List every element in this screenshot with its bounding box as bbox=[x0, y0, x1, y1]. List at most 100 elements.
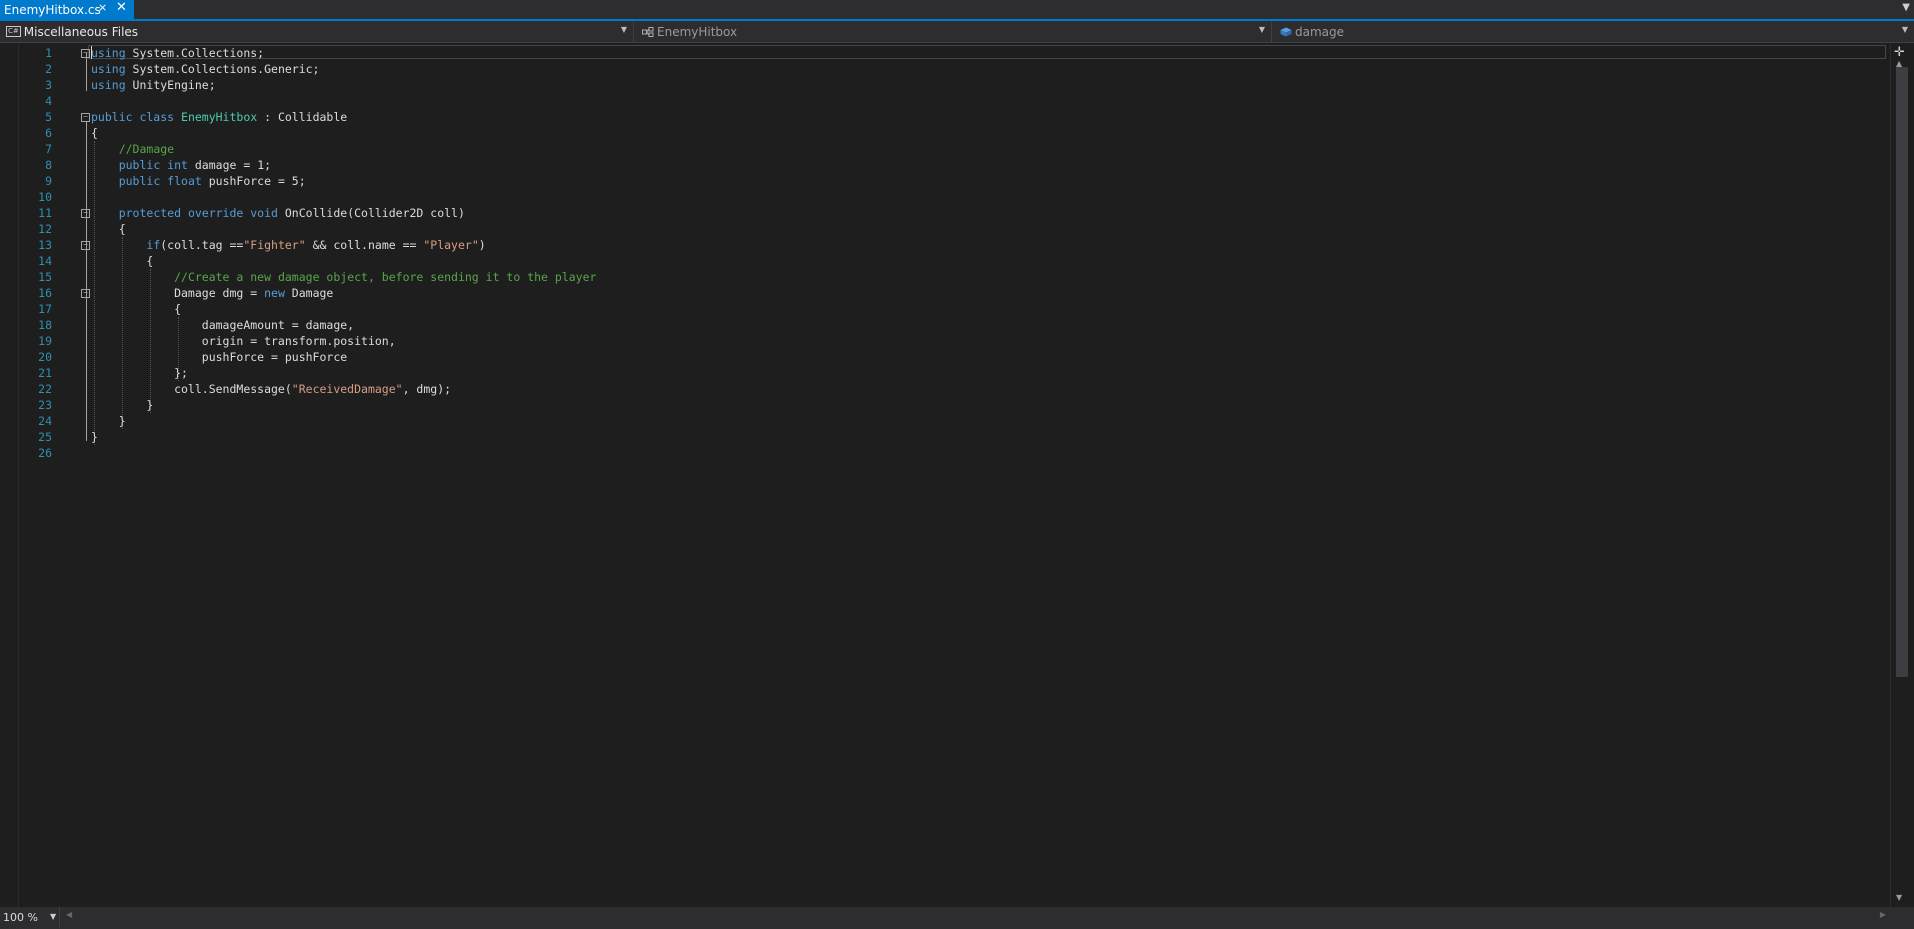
tab-enemyhitbox[interactable]: EnemyHitbox.cs ⨯ ✕ bbox=[0, 0, 134, 19]
code-text[interactable]: using System.Collections; bbox=[91, 45, 264, 61]
code-line[interactable]: 25} bbox=[0, 429, 1880, 445]
horizontal-scrollbar[interactable]: ◀ ▶ bbox=[62, 909, 1890, 923]
member-dropdown[interactable]: damage ▼ bbox=[1274, 21, 1914, 42]
code-editor[interactable]: 1− using System.Collections; 2 using System… bbox=[0, 43, 1890, 907]
code-line[interactable]: 26 bbox=[0, 445, 1880, 461]
scroll-right-icon[interactable]: ▶ bbox=[1880, 910, 1886, 919]
code-text[interactable]: //Damage bbox=[91, 141, 174, 157]
code-text[interactable]: damageAmount = damage, bbox=[91, 317, 354, 333]
split-window-icon[interactable]: ✛ bbox=[1894, 45, 1905, 60]
code-line[interactable]: 5 − public class EnemyHitbox : Collidable bbox=[0, 109, 1880, 125]
line-number: 10 bbox=[38, 190, 52, 204]
code-line[interactable]: 18 damageAmount = damage, bbox=[0, 317, 1880, 333]
code-text[interactable]: }; bbox=[91, 365, 188, 381]
code-text[interactable]: } bbox=[91, 413, 126, 429]
chevron-down-icon: ▼ bbox=[1901, 25, 1908, 34]
code-line[interactable]: 20 pushForce = pushForce bbox=[0, 349, 1880, 365]
code-text[interactable]: { bbox=[91, 301, 181, 317]
comment-token: //Create a new damage object, before sen… bbox=[174, 270, 597, 284]
line-number: 26 bbox=[38, 446, 52, 460]
collapse-icon[interactable]: − bbox=[81, 289, 90, 298]
code-line[interactable]: 6{ bbox=[0, 125, 1880, 141]
code-line[interactable]: 15 //Create a new damage object, before … bbox=[0, 269, 1880, 285]
code-text[interactable]: Damage dmg = new Damage bbox=[91, 285, 333, 301]
code-line[interactable]: 1 − using System.Collections; bbox=[0, 45, 1880, 61]
code-line[interactable]: 4 bbox=[0, 93, 1880, 109]
line-number: 4 bbox=[45, 94, 52, 108]
code-line[interactable]: 21 }; bbox=[0, 365, 1880, 381]
pin-icon[interactable]: ⨯ bbox=[98, 1, 107, 14]
collapse-icon[interactable]: − bbox=[81, 49, 90, 58]
collapse-icon[interactable]: − bbox=[81, 241, 90, 250]
code-line[interactable]: 2 using System.Collections.Generic; bbox=[0, 61, 1880, 77]
code-text[interactable]: if(coll.tag =="Fighter" && coll.name == … bbox=[91, 237, 485, 253]
code-text[interactable]: using UnityEngine; bbox=[91, 77, 216, 93]
code-token: : Collidable bbox=[257, 110, 348, 124]
code-text[interactable]: } bbox=[91, 397, 153, 413]
code-line[interactable]: 24 } bbox=[0, 413, 1880, 429]
type-label: EnemyHitbox bbox=[657, 24, 738, 39]
code-token: (coll.tag == bbox=[160, 238, 244, 252]
line-number: 2 bbox=[45, 62, 52, 76]
code-token: , dmg); bbox=[402, 382, 452, 396]
code-token: Damage bbox=[284, 286, 334, 300]
code-text[interactable]: { bbox=[91, 253, 153, 269]
code-line[interactable]: 10 bbox=[0, 189, 1880, 205]
code-text[interactable]: pushForce = pushForce bbox=[91, 349, 347, 365]
code-line[interactable]: 16 − Damage dmg = new Damage bbox=[0, 285, 1880, 301]
code-text[interactable]: public int damage = 1; bbox=[91, 157, 271, 173]
navigation-bar: C# Miscellaneous Files ▼ EnemyHitbox ▼ d… bbox=[0, 21, 1914, 43]
code-text[interactable]: public class EnemyHitbox : Collidable bbox=[91, 109, 347, 125]
keyword-token: public class bbox=[91, 110, 182, 124]
code-line[interactable]: 7 //Damage bbox=[0, 141, 1880, 157]
string-token: "Fighter" bbox=[243, 238, 306, 252]
type-dropdown[interactable]: EnemyHitbox ▼ bbox=[636, 21, 1272, 42]
code-line[interactable]: 3 using UnityEngine; bbox=[0, 77, 1880, 93]
code-text[interactable]: } bbox=[91, 429, 98, 445]
type-token: EnemyHitbox bbox=[181, 110, 258, 124]
scroll-down-icon[interactable]: ▼ bbox=[1896, 893, 1902, 902]
line-number: 16 bbox=[38, 286, 52, 300]
code-text[interactable]: coll.SendMessage("ReceivedDamage", dmg); bbox=[91, 381, 451, 397]
line-number: 17 bbox=[38, 302, 52, 316]
code-line[interactable]: 14 { bbox=[0, 253, 1880, 269]
code-text[interactable]: //Create a new damage object, before sen… bbox=[91, 269, 596, 285]
tab-overflow-chevron-icon[interactable]: ▼ bbox=[1902, 2, 1910, 13]
keyword-token: if bbox=[146, 238, 161, 252]
keyword-token: using bbox=[91, 62, 126, 76]
scroll-left-icon[interactable]: ◀ bbox=[66, 910, 72, 919]
code-token: UnityEngine; bbox=[125, 78, 216, 92]
close-icon[interactable]: ✕ bbox=[116, 0, 127, 15]
code-token: pushForce = pushForce bbox=[91, 350, 348, 364]
line-number: 7 bbox=[45, 142, 52, 156]
collapse-icon[interactable]: − bbox=[81, 209, 90, 218]
code-text[interactable]: protected override void OnCollide(Collid… bbox=[91, 205, 465, 221]
code-text[interactable]: origin = transform.position, bbox=[91, 333, 396, 349]
code-token: pushForce = 5; bbox=[201, 174, 306, 188]
code-text[interactable]: public float pushForce = 5; bbox=[91, 173, 306, 189]
scrollbar-thumb[interactable] bbox=[1896, 67, 1908, 677]
zoom-dropdown[interactable]: 100 % ▼ bbox=[0, 907, 60, 927]
keyword-token: using bbox=[91, 46, 126, 60]
code-line[interactable]: 9 public float pushForce = 5; bbox=[0, 173, 1880, 189]
code-token: { bbox=[91, 222, 126, 236]
code-line[interactable]: 17 { bbox=[0, 301, 1880, 317]
code-text[interactable]: { bbox=[91, 221, 126, 237]
code-token: }; bbox=[91, 366, 188, 380]
code-line[interactable]: 12 { bbox=[0, 221, 1880, 237]
code-line[interactable]: 13 − if(coll.tag =="Fighter" && coll.name… bbox=[0, 237, 1880, 253]
code-line[interactable]: 22 coll.SendMessage("ReceivedDamage", dm… bbox=[0, 381, 1880, 397]
vertical-scrollbar[interactable]: ✛ ▲ ▼ bbox=[1890, 43, 1914, 907]
code-token: origin = transform.position, bbox=[91, 334, 396, 348]
code-text[interactable]: { bbox=[91, 125, 98, 141]
code-line[interactable]: 23 } bbox=[0, 397, 1880, 413]
code-line[interactable]: 8 public int damage = 1; bbox=[0, 157, 1880, 173]
line-number: 21 bbox=[38, 366, 52, 380]
code-text[interactable]: using System.Collections.Generic; bbox=[91, 61, 320, 77]
code-line[interactable]: 19 origin = transform.position, bbox=[0, 333, 1880, 349]
code-line[interactable]: 11 − protected override void OnCollide(Co… bbox=[0, 205, 1880, 221]
collapse-icon[interactable]: − bbox=[81, 113, 90, 122]
project-dropdown[interactable]: C# Miscellaneous Files ▼ bbox=[0, 21, 634, 42]
